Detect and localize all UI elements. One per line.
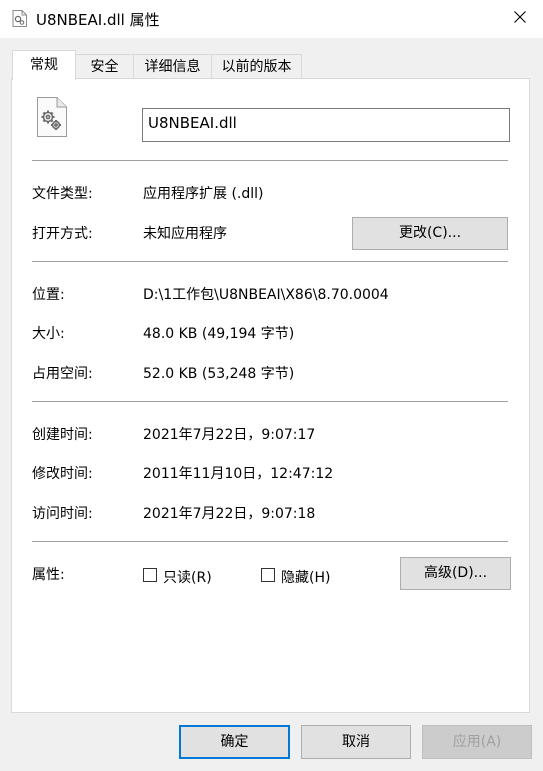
size-on-disk-label: 占用空间: xyxy=(32,366,93,382)
created-value: 2021年7月22日，9:07:17 xyxy=(143,427,316,443)
window-title: U8NBEAI.dll 属性 xyxy=(36,11,160,29)
tab-general[interactable]: 常规 xyxy=(12,50,76,80)
size-label: 大小: xyxy=(32,326,65,342)
modified-value: 2011年11月10日，12:47:12 xyxy=(143,466,334,482)
general-tab-panel xyxy=(11,78,530,713)
hidden-checkbox[interactable] xyxy=(261,568,275,582)
location-value: D:\1工作包\U8NBEAI\X86\8.70.0004 xyxy=(143,287,389,303)
size-value: 48.0 KB (49,194 字节) xyxy=(143,326,295,342)
accessed-label: 访问时间: xyxy=(32,506,93,522)
dll-file-icon xyxy=(36,97,68,137)
file-type-label: 文件类型: xyxy=(32,186,93,202)
advanced-button[interactable]: 高级(D)... xyxy=(400,557,511,590)
file-name-field[interactable]: U8NBEAI.dll xyxy=(142,108,510,142)
title-bar: U8NBEAI.dll 属性 xyxy=(0,0,543,38)
close-icon xyxy=(514,11,526,27)
divider xyxy=(32,261,508,262)
attributes-label: 属性: xyxy=(32,567,65,583)
close-button[interactable] xyxy=(497,0,543,38)
created-label: 创建时间: xyxy=(32,427,93,443)
open-with-label: 打开方式: xyxy=(32,226,93,242)
tab-security[interactable]: 安全 xyxy=(75,54,134,78)
ok-button[interactable]: 确定 xyxy=(179,725,290,759)
open-with-value: 未知应用程序 xyxy=(143,226,227,242)
divider xyxy=(32,401,508,402)
file-type-value: 应用程序扩展 (.dll) xyxy=(143,186,264,202)
change-button[interactable]: 更改(C)... xyxy=(352,217,508,250)
divider xyxy=(32,541,508,542)
apply-button[interactable]: 应用(A) xyxy=(422,725,532,759)
size-on-disk-value: 52.0 KB (53,248 字节) xyxy=(143,366,295,382)
divider xyxy=(32,160,508,161)
hidden-label[interactable]: 隐藏(H) xyxy=(281,567,330,587)
accessed-value: 2021年7月22日，9:07:18 xyxy=(143,506,316,522)
tab-previous-versions[interactable]: 以前的版本 xyxy=(211,54,302,78)
cancel-button[interactable]: 取消 xyxy=(301,725,411,759)
readonly-label[interactable]: 只读(R) xyxy=(163,567,212,587)
location-label: 位置: xyxy=(32,287,65,303)
tab-details[interactable]: 详细信息 xyxy=(133,54,212,78)
modified-label: 修改时间: xyxy=(32,466,93,482)
readonly-checkbox[interactable] xyxy=(143,568,157,582)
dll-file-icon xyxy=(12,10,28,27)
